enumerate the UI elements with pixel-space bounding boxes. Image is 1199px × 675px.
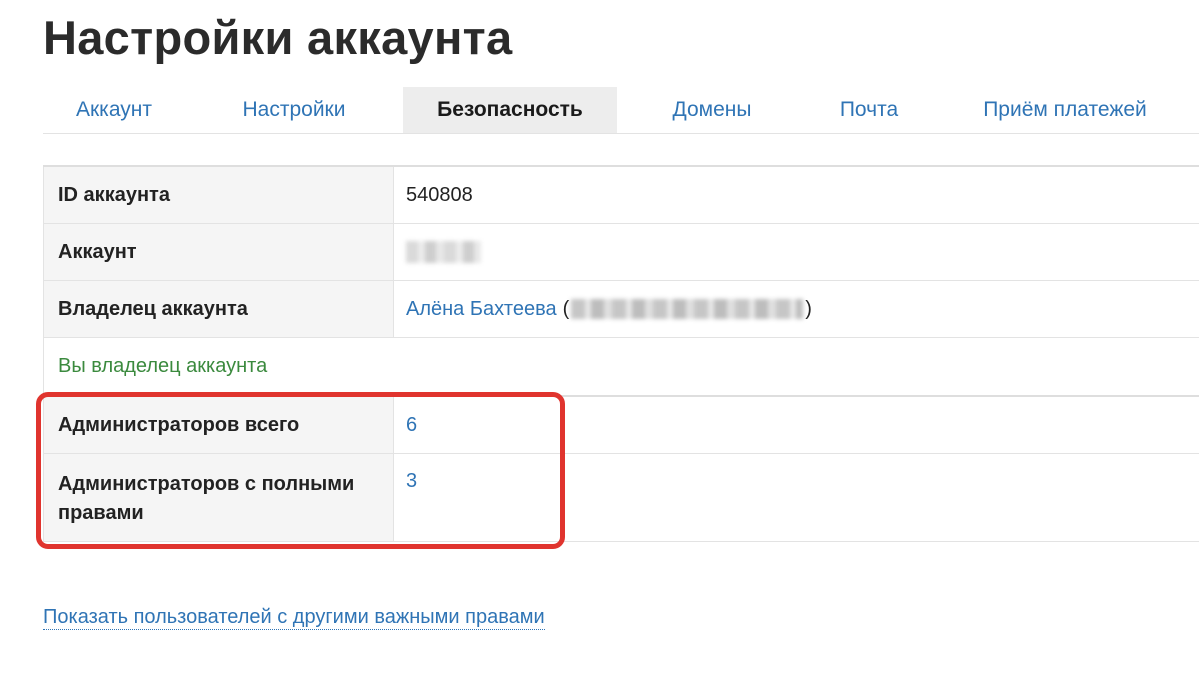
- account-name-label: Аккаунт: [43, 224, 394, 280]
- owner-paren-close: ): [805, 297, 812, 320]
- tab-domains[interactable]: Домены: [617, 87, 807, 133]
- admins-full-label: Администраторов с полными правами: [43, 454, 394, 541]
- tab-bar: Аккаунт Настройки Безопасность Домены По…: [43, 87, 1199, 134]
- admins-total-value: 6: [394, 397, 1199, 453]
- account-settings-page: Настройки аккаунта Аккаунт Настройки Без…: [0, 0, 1199, 675]
- admins-total-link[interactable]: 6: [406, 414, 417, 437]
- admins-full-value: 3: [394, 454, 1199, 541]
- redacted-owner-email: [571, 299, 804, 319]
- redacted-account-name: [406, 241, 481, 263]
- tab-mail[interactable]: Почта: [807, 87, 931, 133]
- owner-name-link[interactable]: Алёна Бахтеева: [406, 298, 557, 321]
- account-owner-row: Владелец аккаунта Алёна Бахтеева ( ): [43, 281, 1199, 338]
- owner-note: Вы владелец аккаунта: [43, 338, 1199, 397]
- account-info-table: ID аккаунта 540808 Аккаунт Владелец акка…: [43, 165, 1199, 542]
- account-name-value: [394, 224, 1199, 280]
- show-privileged-users-link[interactable]: Показать пользователей с другими важными…: [43, 605, 545, 630]
- account-owner-label: Владелец аккаунта: [43, 281, 394, 337]
- account-name-row: Аккаунт: [43, 224, 1199, 281]
- account-id-label: ID аккаунта: [43, 167, 394, 223]
- account-id-value: 540808: [406, 183, 473, 206]
- admins-total-label: Администраторов всего: [43, 397, 394, 453]
- tab-account[interactable]: Аккаунт: [43, 87, 185, 133]
- tab-security[interactable]: Безопасность: [403, 87, 617, 133]
- tab-payments[interactable]: Приём платежей: [931, 87, 1199, 133]
- admins-full-row: Администраторов с полными правами 3: [43, 454, 1199, 542]
- page-title: Настройки аккаунта: [43, 11, 513, 64]
- admins-total-row: Администраторов всего 6: [43, 397, 1199, 454]
- owner-paren-open: (: [562, 297, 570, 320]
- tab-settings[interactable]: Настройки: [185, 87, 403, 133]
- account-id-row: ID аккаунта 540808: [43, 167, 1199, 224]
- account-owner-value: Алёна Бахтеева ( ): [394, 281, 1199, 337]
- admins-full-link[interactable]: 3: [406, 470, 417, 493]
